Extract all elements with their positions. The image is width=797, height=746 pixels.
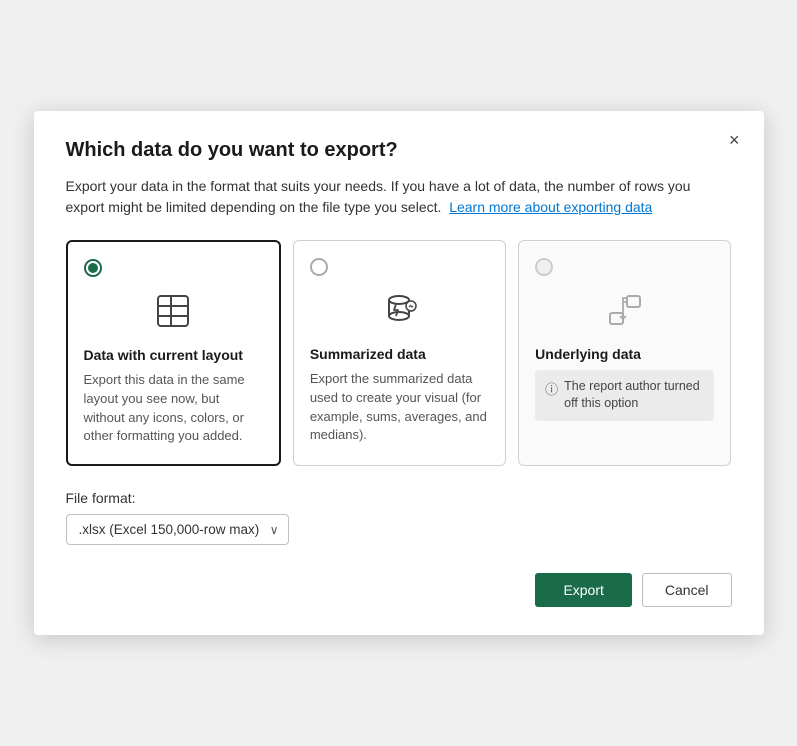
option-title-layout: Data with current layout	[84, 347, 263, 363]
option-title-summarized: Summarized data	[310, 346, 489, 362]
options-row: Data with current layout Export this dat…	[66, 240, 732, 466]
export-button[interactable]: Export	[535, 573, 631, 607]
file-format-select-wrapper: .xlsx (Excel 150,000-row max)	[66, 514, 289, 545]
underlying-icon	[535, 286, 714, 334]
option-desc-layout: Export this data in the same layout you …	[84, 371, 263, 446]
radio-layout[interactable]	[84, 259, 102, 277]
info-icon: ⓘ	[545, 379, 558, 398]
file-format-label: File format:	[66, 490, 732, 506]
summarized-icon	[310, 286, 489, 334]
learn-more-link[interactable]: Learn more about exporting data	[449, 199, 652, 215]
notice-text: The report author turned off this option	[564, 378, 704, 413]
disabled-notice: ⓘ The report author turned off this opti…	[535, 370, 714, 421]
option-card-layout[interactable]: Data with current layout Export this dat…	[66, 240, 281, 466]
dialog-description: Export your data in the format that suit…	[66, 176, 732, 218]
option-title-underlying: Underlying data	[535, 346, 714, 362]
cancel-button[interactable]: Cancel	[642, 573, 732, 607]
close-button[interactable]: ×	[723, 127, 746, 153]
layout-icon	[84, 287, 263, 335]
option-card-summarized[interactable]: Summarized data Export the summarized da…	[293, 240, 506, 466]
option-desc-summarized: Export the summarized data used to creat…	[310, 370, 489, 445]
radio-underlying	[535, 258, 553, 276]
dialog-title: Which data do you want to export?	[66, 139, 732, 162]
radio-summarized[interactable]	[310, 258, 328, 276]
export-dialog: × Which data do you want to export? Expo…	[34, 111, 764, 635]
option-card-underlying: Underlying data ⓘ The report author turn…	[518, 240, 731, 466]
file-format-section: File format: .xlsx (Excel 150,000-row ma…	[66, 490, 732, 545]
file-format-select[interactable]: .xlsx (Excel 150,000-row max)	[66, 514, 289, 545]
dialog-footer: Export Cancel	[66, 573, 732, 607]
